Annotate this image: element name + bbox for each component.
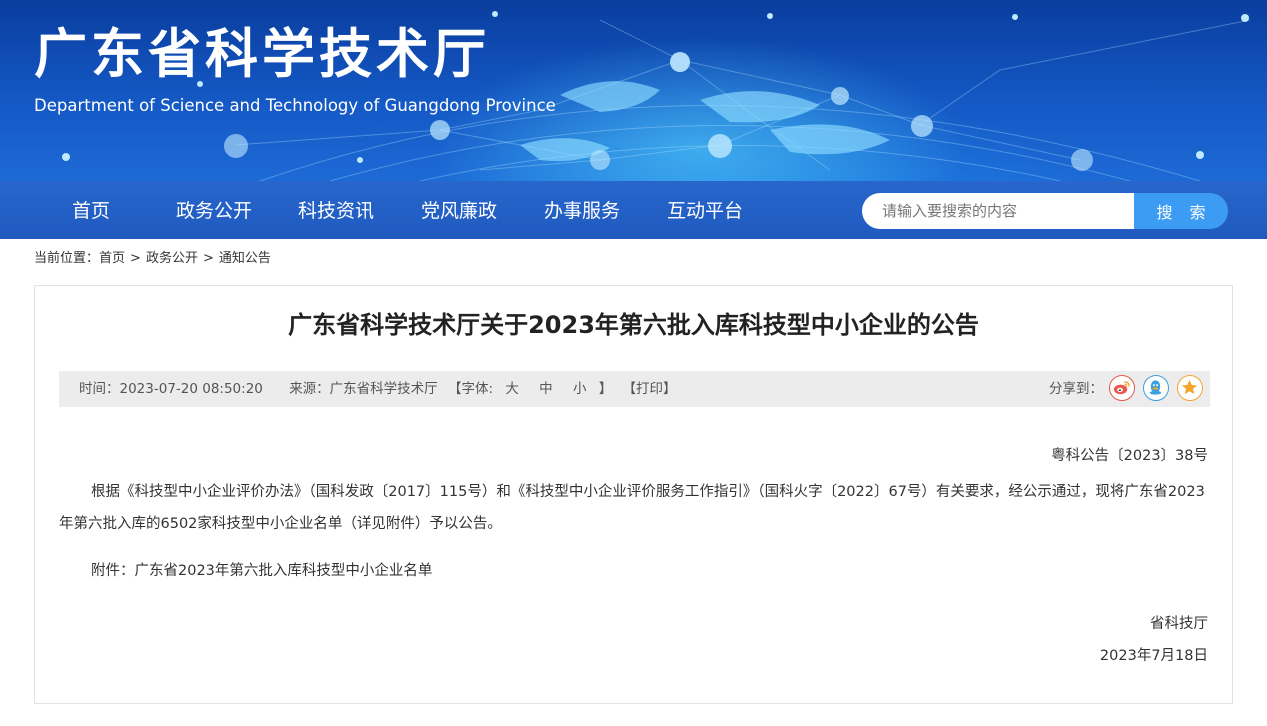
print-button[interactable]: 【打印】 — [623, 381, 677, 397]
font-size-large-button[interactable]: 大 — [505, 381, 519, 397]
breadcrumb-link-government-affairs[interactable]: 政务公开 — [146, 251, 198, 266]
share-label: 分享到： — [1049, 381, 1103, 397]
weibo-icon[interactable] — [1109, 375, 1135, 401]
nav-item-party-integrity[interactable]: 党风廉政 — [421, 181, 497, 239]
site-banner: 广东省科学技术厅 Department of Science and Techn… — [0, 0, 1267, 181]
breadcrumb: 当前位置：首页 > 政务公开 > 通知公告 — [34, 250, 271, 268]
font-size-close: 】 — [598, 381, 613, 397]
article-panel: 广东省科学技术厅关于2023年第六批入库科技型中小企业的公告 时间：2023-0… — [34, 285, 1233, 704]
font-size-medium-button[interactable]: 中 — [539, 381, 553, 397]
publish-time: 时间：2023-07-20 08:50:20 — [79, 381, 263, 397]
breadcrumb-separator: > — [130, 251, 141, 266]
site-subtitle: Department of Science and Technology of … — [34, 96, 556, 115]
nav-item-services[interactable]: 办事服务 — [544, 181, 620, 239]
breadcrumb-link-home[interactable]: 首页 — [99, 251, 125, 266]
font-size-label: 【字体: — [447, 381, 494, 397]
signature-date: 2023年7月18日 — [1099, 648, 1208, 664]
favorite-icon[interactable] — [1177, 375, 1203, 401]
breadcrumb-prefix: 当前位置： — [34, 251, 100, 266]
signature-organization: 省科技厅 — [1150, 616, 1208, 632]
article-paragraph: 根据《科技型中小企业评价办法》（国科发政〔2017〕115号）和《科技型中小企业… — [59, 484, 1205, 532]
nav-item-tech-news[interactable]: 科技资讯 — [298, 181, 374, 239]
breadcrumb-separator: > — [202, 251, 214, 266]
search-button[interactable]: 搜 索 — [1134, 193, 1228, 229]
attachment-link[interactable]: 附件：广东省2023年第六批入库科技型中小企业名单 — [91, 559, 432, 580]
font-size-small-button[interactable]: 小 — [573, 381, 587, 397]
nav-item-interaction[interactable]: 互动平台 — [667, 181, 743, 239]
nav-item-home[interactable]: 首页 — [72, 181, 110, 239]
article-source: 来源：广东省科学技术厅 — [289, 381, 438, 397]
nav-item-government-affairs[interactable]: 政务公开 — [176, 181, 252, 239]
breadcrumb-link-notices[interactable]: 通知公告 — [219, 251, 271, 266]
qq-icon[interactable] — [1143, 375, 1169, 401]
search-input[interactable] — [862, 193, 1134, 229]
article-title: 广东省科学技术厅关于2023年第六批入库科技型中小企业的公告 — [288, 311, 979, 339]
main-nav: 首页 政务公开 科技资讯 党风廉政 办事服务 互动平台 搜 索 — [0, 181, 1267, 239]
article-meta-bar: 时间：2023-07-20 08:50:20 来源：广东省科学技术厅 【字体: … — [59, 371, 1210, 407]
document-number: 粤科公告〔2023〕38号 — [1051, 448, 1208, 464]
site-title: 广东省科学技术厅 — [34, 24, 490, 85]
search-box: 搜 索 — [862, 193, 1228, 229]
